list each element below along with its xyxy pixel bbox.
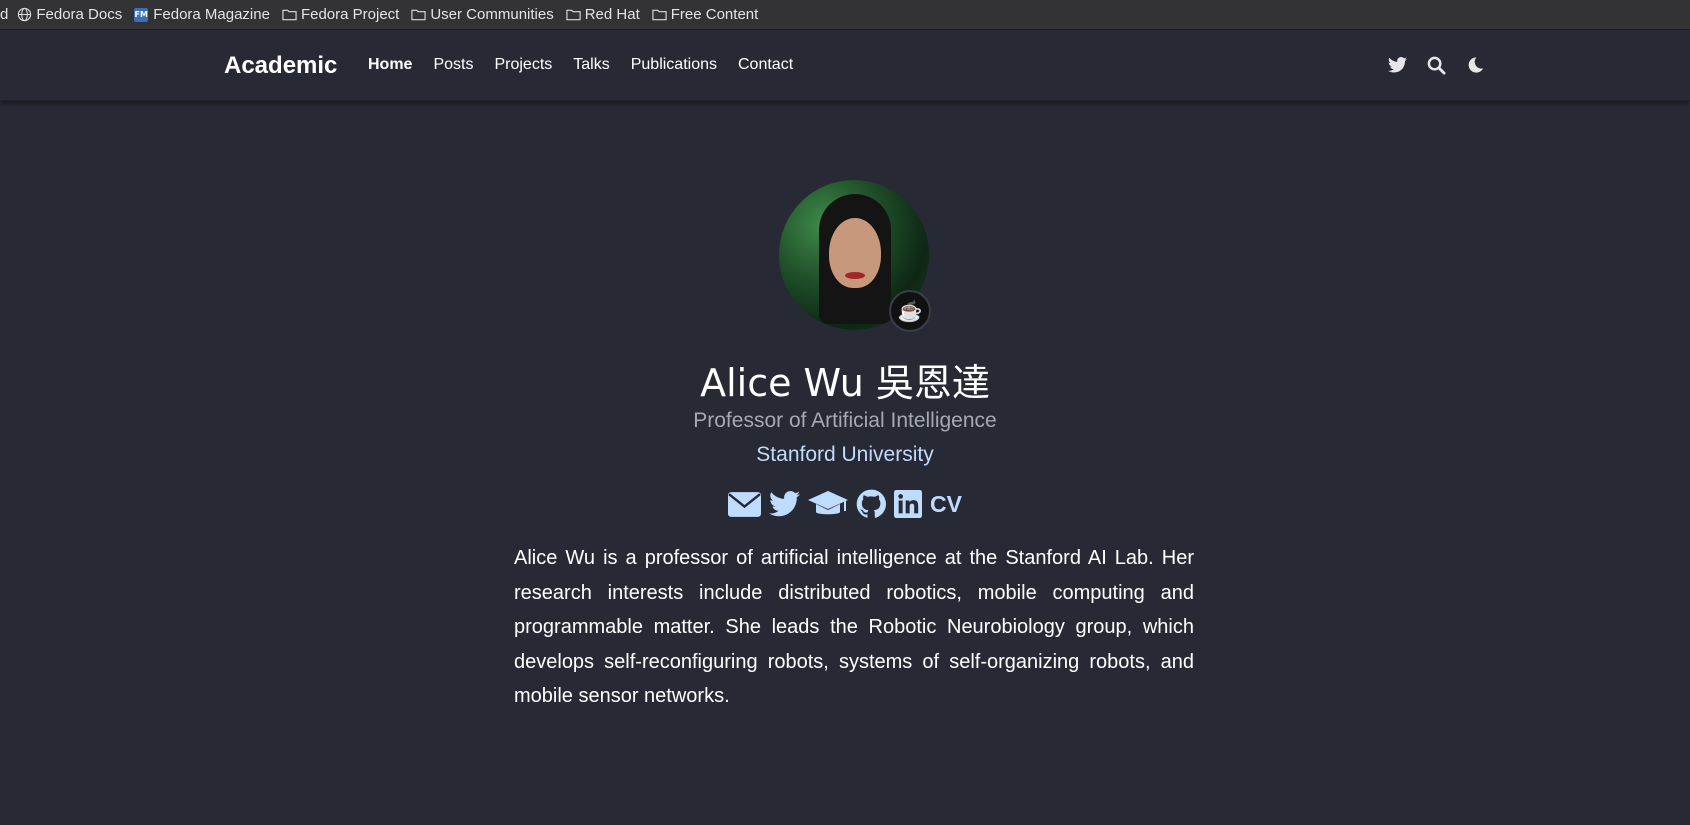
site-brand[interactable]: Academic [224, 52, 337, 80]
profile-name: Alice Wu 吳恩達 [700, 361, 990, 405]
graduation-cap-icon[interactable] [808, 490, 849, 518]
nav-link-home[interactable]: Home [368, 56, 412, 74]
fedora-magazine-icon: FM [134, 7, 149, 22]
site-navbar: Academic Home Posts Projects Talks Publi… [0, 30, 1690, 101]
folder-icon [411, 9, 426, 21]
bookmark-label: Free Content [670, 6, 759, 23]
envelope-icon[interactable] [728, 491, 762, 517]
twitter-icon[interactable] [769, 491, 801, 517]
bookmark-label: d [0, 6, 9, 23]
bookmark-free-content[interactable]: Free Content [652, 6, 759, 23]
bookmark-fedora-magazine[interactable]: FM Fedora Magazine [134, 6, 270, 23]
nav-link-publications[interactable]: Publications [631, 56, 717, 74]
globe-icon [18, 7, 32, 22]
nav-link-projects[interactable]: Projects [494, 56, 552, 74]
bookmark-user-communities[interactable]: User Communities [411, 6, 554, 23]
bookmark-label: Fedora Magazine [153, 6, 270, 23]
bookmark-fedora-docs[interactable]: Fedora Docs [17, 6, 122, 23]
bookmark-truncated[interactable]: d [0, 6, 8, 23]
nav-links: Home Posts Projects Talks Publications C… [368, 56, 814, 74]
profile-avatar-container: ☕ [779, 180, 931, 332]
folder-icon [652, 9, 667, 21]
folder-icon [282, 9, 297, 21]
bookmark-label: Fedora Docs [36, 6, 123, 23]
linkedin-icon[interactable] [894, 490, 923, 518]
twitter-icon[interactable] [1386, 54, 1408, 76]
folder-icon [566, 9, 581, 21]
moon-icon[interactable] [1464, 54, 1486, 76]
profile-organization[interactable]: Stanford University [0, 443, 1690, 467]
bookmark-label: User Communities [430, 6, 554, 23]
bookmark-red-hat[interactable]: Red Hat [566, 6, 640, 23]
nav-link-talks[interactable]: Talks [573, 56, 609, 74]
social-links: CV [0, 489, 1690, 519]
github-icon[interactable] [856, 489, 886, 519]
bookmark-fedora-project[interactable]: Fedora Project [282, 6, 399, 23]
bookmarks-bar: d Fedora Docs FM Fedora Magazine Fedora … [0, 0, 1690, 30]
status-emoji-badge: ☕ [889, 290, 931, 332]
cv-icon[interactable]: CV [930, 491, 962, 518]
nav-link-contact[interactable]: Contact [738, 56, 793, 74]
bookmark-label: Fedora Project [300, 6, 400, 23]
avatar-lips [845, 272, 865, 279]
search-icon[interactable] [1425, 54, 1447, 76]
bookmark-label: Red Hat [584, 6, 640, 23]
profile-bio: Alice Wu is a professor of artificial in… [514, 547, 1194, 707]
profile-role: Professor of Artificial Intelligence [693, 409, 997, 432]
nav-link-posts[interactable]: Posts [433, 56, 473, 74]
nav-icons [1386, 54, 1503, 76]
